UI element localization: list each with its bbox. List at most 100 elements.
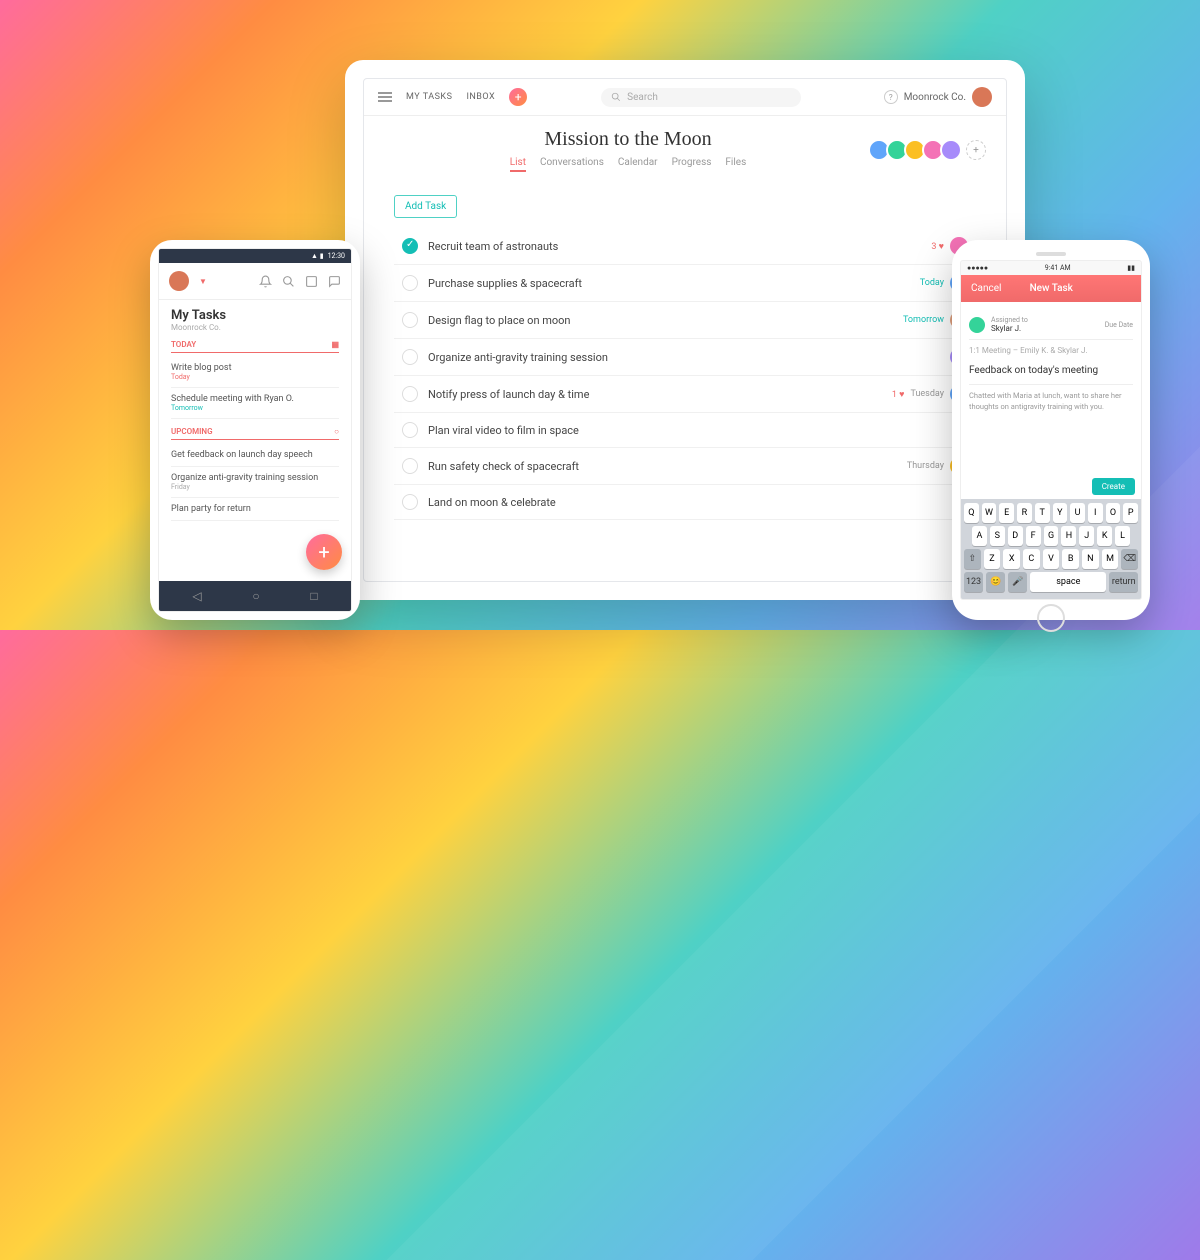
dropdown-icon[interactable]: ▼ (199, 277, 207, 286)
key-emoji[interactable]: 😊 (986, 572, 1005, 592)
key-U[interactable]: U (1070, 503, 1085, 523)
workspace-name[interactable]: Moonrock Co. (904, 92, 966, 103)
key-Y[interactable]: Y (1053, 503, 1068, 523)
search-icon (611, 92, 621, 102)
search-icon[interactable] (282, 275, 295, 288)
nav-inbox[interactable]: INBOX (466, 92, 495, 102)
task-row[interactable]: Get feedback on launch day speech (171, 444, 339, 467)
key-O[interactable]: O (1106, 503, 1121, 523)
check-icon[interactable] (402, 494, 418, 510)
add-member-button[interactable]: + (966, 140, 986, 160)
assignee-row[interactable]: Assigned to Skylar J. Due Date (969, 310, 1133, 340)
due-date-label[interactable]: Due Date (1105, 321, 1133, 329)
task-row[interactable]: Purchase supplies & spacecraft Today (394, 265, 976, 302)
task-row[interactable]: Recruit team of astronauts 3 ♥ (394, 228, 976, 265)
ios-keyboard: QWERTYUIOP ASDFGHJKL ⇧ZXCVBNM⌫ 123😊🎤spac… (961, 499, 1141, 599)
tab-list[interactable]: List (510, 157, 526, 172)
key-N[interactable]: N (1082, 549, 1099, 569)
key-P[interactable]: P (1123, 503, 1138, 523)
project-tabs: List Conversations Calendar Progress Files (384, 157, 872, 172)
key-del[interactable]: ⌫ (1121, 549, 1138, 569)
key-return[interactable]: return (1109, 572, 1138, 592)
task-name: Organize anti-gravity training session (428, 351, 950, 364)
key-S[interactable]: S (990, 526, 1005, 546)
user-avatar[interactable] (972, 87, 992, 107)
create-button[interactable]: Create (1092, 478, 1135, 495)
recent-icon[interactable]: □ (310, 589, 317, 603)
key-D[interactable]: D (1008, 526, 1023, 546)
key-F[interactable]: F (1026, 526, 1041, 546)
check-icon[interactable] (402, 238, 418, 254)
grid-icon[interactable] (305, 275, 318, 288)
task-row[interactable]: Land on moon & celebrate 2 ♥ (394, 485, 976, 520)
fab-add-button[interactable]: + (306, 534, 342, 570)
task-row[interactable]: Plan party for return (171, 498, 339, 521)
check-icon[interactable] (402, 386, 418, 402)
home-button[interactable] (1037, 604, 1065, 632)
search-input[interactable]: Search (601, 88, 801, 107)
key-A[interactable]: A (972, 526, 987, 546)
user-avatar[interactable] (169, 271, 189, 291)
key-C[interactable]: C (1023, 549, 1040, 569)
key-G[interactable]: G (1044, 526, 1059, 546)
key-E[interactable]: E (999, 503, 1014, 523)
key-H[interactable]: H (1061, 526, 1076, 546)
help-icon[interactable]: ? (884, 90, 898, 104)
task-row[interactable]: Notify press of launch day & time 1 ♥ Tu… (394, 376, 976, 413)
section-header: UPCOMING○ (171, 427, 339, 440)
check-icon[interactable] (402, 422, 418, 438)
key-num[interactable]: 123 (964, 572, 983, 592)
cancel-button[interactable]: Cancel (971, 283, 1001, 294)
tab-progress[interactable]: Progress (672, 157, 712, 172)
key-R[interactable]: R (1017, 503, 1032, 523)
task-row[interactable]: Schedule meeting with Ryan O.Tomorrow (171, 388, 339, 419)
heart-icon[interactable]: 1 ♥ (892, 389, 905, 400)
task-row[interactable]: Plan viral video to film in space (394, 413, 976, 448)
task-description-input[interactable]: Chatted with Maria at lunch, want to sha… (969, 385, 1133, 418)
key-mic[interactable]: 🎤 (1008, 572, 1027, 592)
due-date: Today (920, 278, 944, 288)
key-K[interactable]: K (1097, 526, 1112, 546)
add-button[interactable]: + (509, 88, 527, 106)
page-title: My Tasks (171, 308, 339, 323)
key-shift[interactable]: ⇧ (964, 549, 981, 569)
check-icon[interactable] (402, 312, 418, 328)
key-Q[interactable]: Q (964, 503, 979, 523)
task-row[interactable]: Write blog postToday (171, 357, 339, 388)
chat-icon[interactable] (328, 275, 341, 288)
task-row[interactable]: Organize anti-gravity training session (394, 339, 976, 376)
key-M[interactable]: M (1102, 549, 1119, 569)
check-icon[interactable] (402, 349, 418, 365)
task-name: Purchase supplies & spacecraft (428, 277, 920, 290)
nav-my-tasks[interactable]: MY TASKS (406, 92, 452, 102)
tab-calendar[interactable]: Calendar (618, 157, 658, 172)
member-avatar[interactable] (940, 139, 962, 161)
tab-conversations[interactable]: Conversations (540, 157, 604, 172)
key-L[interactable]: L (1115, 526, 1130, 546)
task-row[interactable]: Design flag to place on moon Tomorrow (394, 302, 976, 339)
key-J[interactable]: J (1079, 526, 1094, 546)
key-X[interactable]: X (1003, 549, 1020, 569)
back-icon[interactable]: ◁ (192, 589, 201, 603)
key-Z[interactable]: Z (984, 549, 1001, 569)
check-icon[interactable] (402, 275, 418, 291)
task-row[interactable]: Organize anti-gravity training sessionFr… (171, 467, 339, 498)
key-W[interactable]: W (982, 503, 997, 523)
key-space[interactable]: space (1030, 572, 1106, 592)
heart-icon[interactable]: 3 ♥ (931, 241, 944, 252)
home-icon[interactable]: ○ (252, 589, 259, 603)
task-title-input[interactable]: Feedback on today's meeting (969, 361, 1133, 385)
tab-files[interactable]: Files (725, 157, 746, 172)
key-T[interactable]: T (1035, 503, 1050, 523)
check-icon[interactable] (402, 458, 418, 474)
key-I[interactable]: I (1088, 503, 1103, 523)
task-row[interactable]: Run safety check of spacecraft Thursday (394, 448, 976, 485)
menu-icon[interactable] (378, 92, 392, 102)
key-V[interactable]: V (1043, 549, 1060, 569)
project-members: + (872, 139, 986, 161)
ios-status-bar: ●●●●●9:41 AM▮▮ (961, 261, 1141, 275)
key-B[interactable]: B (1062, 549, 1079, 569)
add-task-button[interactable]: Add Task (394, 195, 457, 218)
bell-icon[interactable] (259, 275, 272, 288)
due-date: Thursday (907, 461, 944, 471)
